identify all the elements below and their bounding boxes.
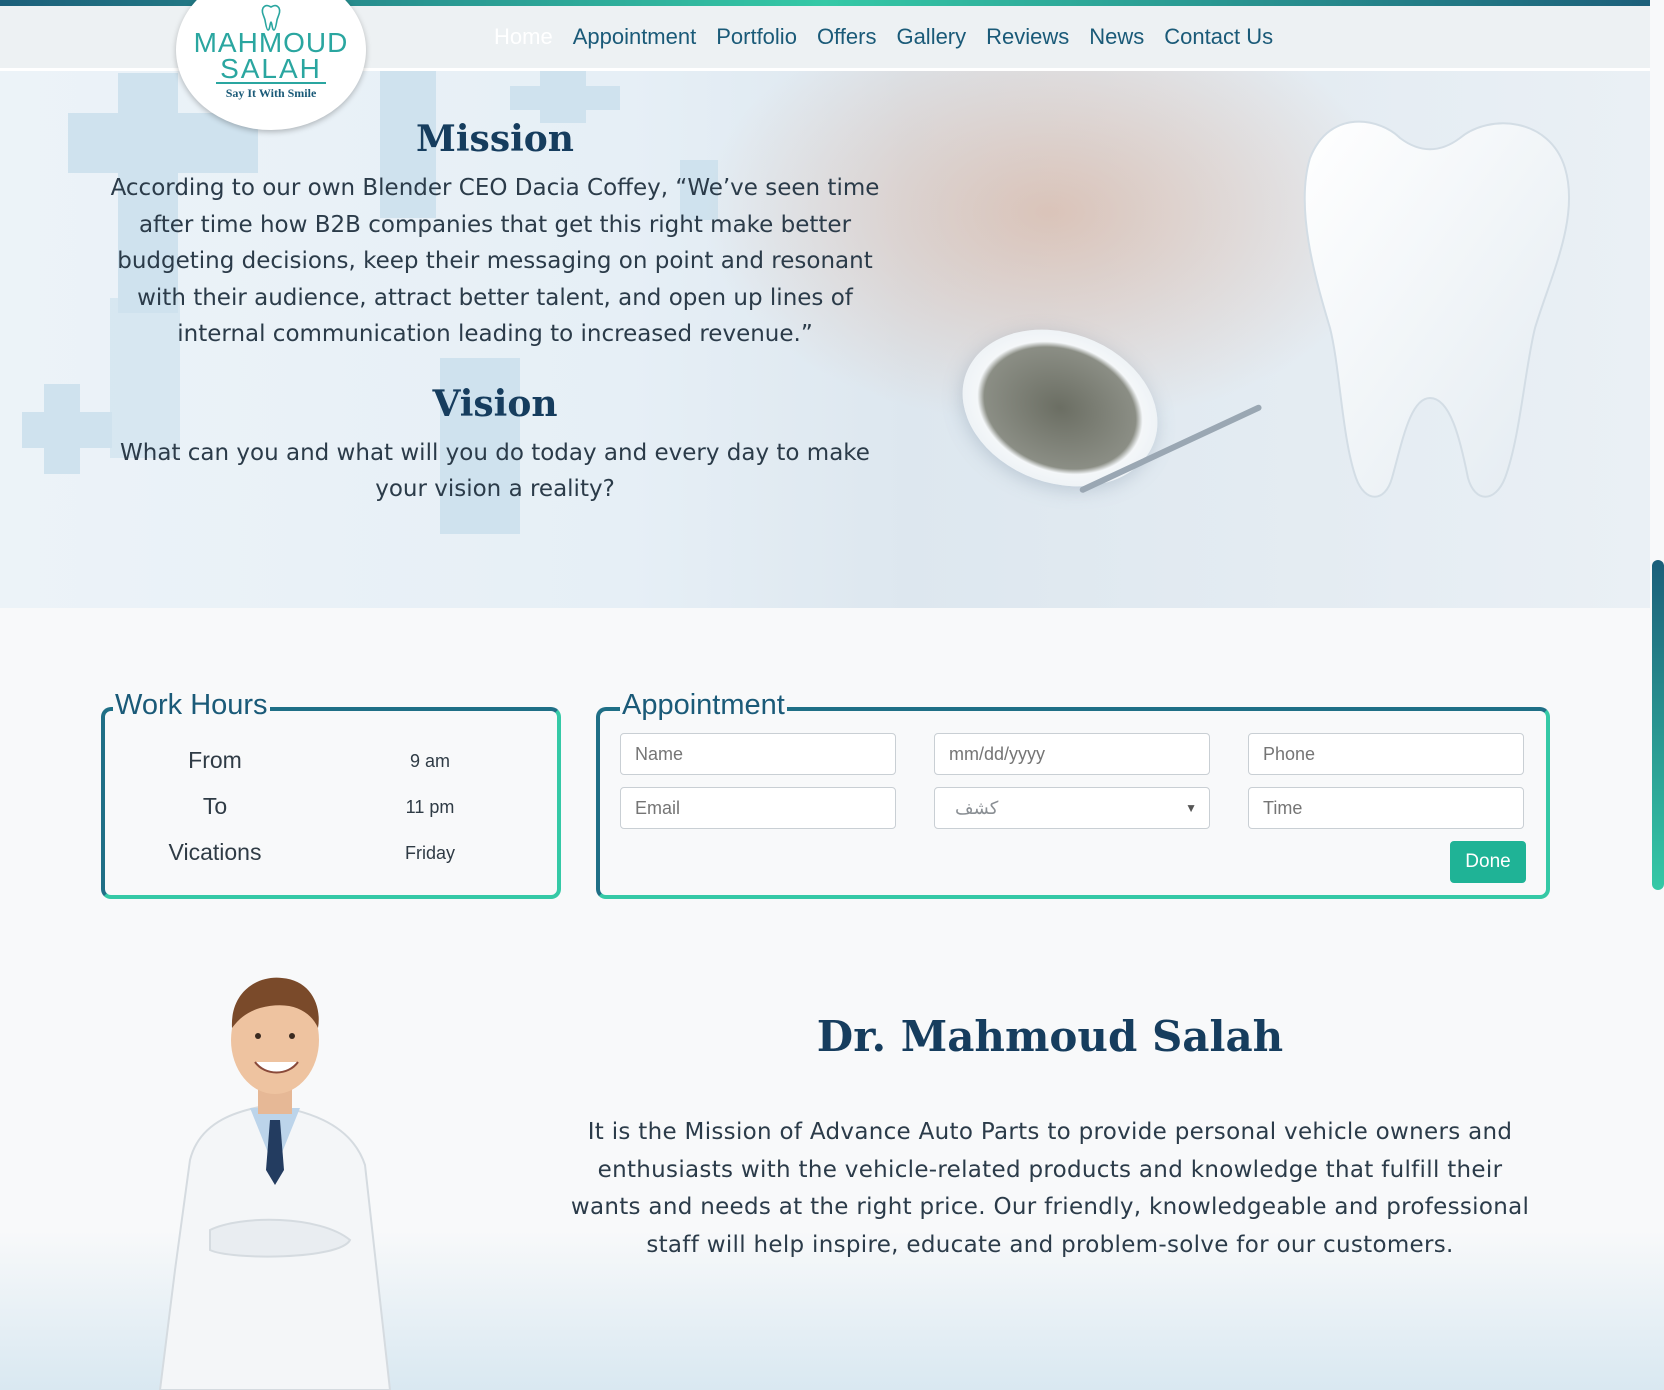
work-hours-label: Vications [168, 839, 262, 865]
logo-tagline: Say It With Smile [225, 86, 317, 100]
email-input[interactable] [620, 787, 896, 829]
work-hours-label: From [188, 747, 242, 773]
work-hours-box: Work Hours From 9 am To 11 pm Vications … [101, 689, 561, 899]
doctor-name: Dr. Mahmoud Salah [816, 1012, 1284, 1061]
doctor-photo [158, 977, 392, 1390]
vision-title: Vision [432, 382, 558, 425]
hero-section: Mission According to our own Blender CEO… [0, 68, 1650, 608]
nav-appointment[interactable]: Appointment [573, 24, 697, 50]
appointment-box: Appointment كشف ▼ Done [596, 689, 1550, 899]
mission-title: Mission [416, 118, 574, 160]
done-button[interactable]: Done [1450, 841, 1526, 883]
main-nav: Home Appointment Portfolio Offers Galler… [494, 24, 1293, 50]
phone-input[interactable] [1248, 733, 1524, 775]
work-hours-label: To [202, 793, 228, 819]
chevron-down-icon: ▼ [1185, 801, 1197, 815]
service-select-value: كشف [955, 798, 999, 818]
date-input[interactable] [934, 733, 1210, 775]
work-hours-value: Friday [404, 843, 455, 863]
logo-divider [216, 82, 326, 84]
doctor-bio: It is the Mission of Advance Auto Parts … [570, 1119, 1530, 1258]
nav-news[interactable]: News [1089, 24, 1144, 50]
work-hours-value: 9 am [409, 751, 451, 771]
appointment-legend: Appointment [620, 689, 787, 722]
time-input[interactable] [1248, 787, 1524, 829]
nav-reviews[interactable]: Reviews [986, 24, 1069, 50]
mission-text: According to our own Blender CEO Dacia C… [110, 175, 880, 347]
name-input[interactable] [620, 733, 896, 775]
logo-line-2: SALAH [220, 53, 322, 84]
vision-text: What can you and what will you do today … [120, 439, 870, 503]
nav-portfolio[interactable]: Portfolio [716, 24, 797, 50]
work-hours-legend: Work Hours [113, 689, 270, 722]
decor-cross [510, 86, 620, 110]
work-hours-value: 11 pm [405, 797, 455, 817]
nav-contact-us[interactable]: Contact Us [1164, 24, 1273, 50]
nav-offers[interactable]: Offers [817, 24, 877, 50]
nav-gallery[interactable]: Gallery [896, 24, 966, 50]
large-tooth-image [1303, 120, 1571, 498]
service-select[interactable]: كشف ▼ [934, 787, 1210, 829]
hero-text-block: Mission According to our own Blender CEO… [95, 118, 895, 508]
nav-home[interactable]: Home [494, 24, 553, 50]
page-scrollbar-thumb[interactable] [1652, 560, 1664, 890]
